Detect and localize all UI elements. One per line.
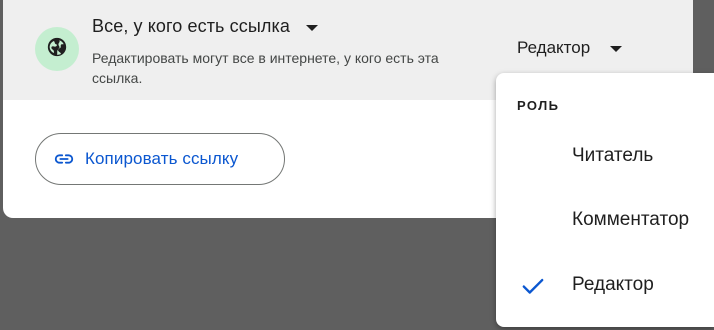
copy-link-button[interactable]: Копировать ссылку <box>35 133 285 185</box>
role-option-label: Читатель <box>572 145 654 166</box>
role-dropdown[interactable]: Редактор <box>517 38 623 58</box>
role-dropdown-label: Редактор <box>517 38 591 57</box>
general-access-dropdown[interactable]: Все, у кого есть ссылка <box>92 16 318 37</box>
role-menu: Роль Читатель Комментатор Редактор <box>496 73 714 327</box>
general-access-description: Редактировать могут все в интернете, у к… <box>92 50 439 86</box>
role-option-commenter[interactable]: Комментатор <box>496 188 714 252</box>
role-option-label: Комментатор <box>572 209 690 230</box>
check-icon <box>522 278 544 294</box>
role-option-viewer[interactable]: Читатель <box>496 124 714 188</box>
copy-link-label: Копировать ссылку <box>85 149 239 168</box>
role-option-editor[interactable]: Редактор <box>496 253 714 317</box>
globe-avatar <box>35 27 79 71</box>
role-option-label: Редактор <box>572 274 654 295</box>
general-access-title: Все, у кого есть ссылка <box>92 16 290 36</box>
caret-down-icon <box>610 46 623 52</box>
caret-down-icon <box>305 24 318 31</box>
globe-icon <box>46 36 68 63</box>
role-menu-header: Роль <box>517 98 560 113</box>
link-icon <box>53 148 75 170</box>
